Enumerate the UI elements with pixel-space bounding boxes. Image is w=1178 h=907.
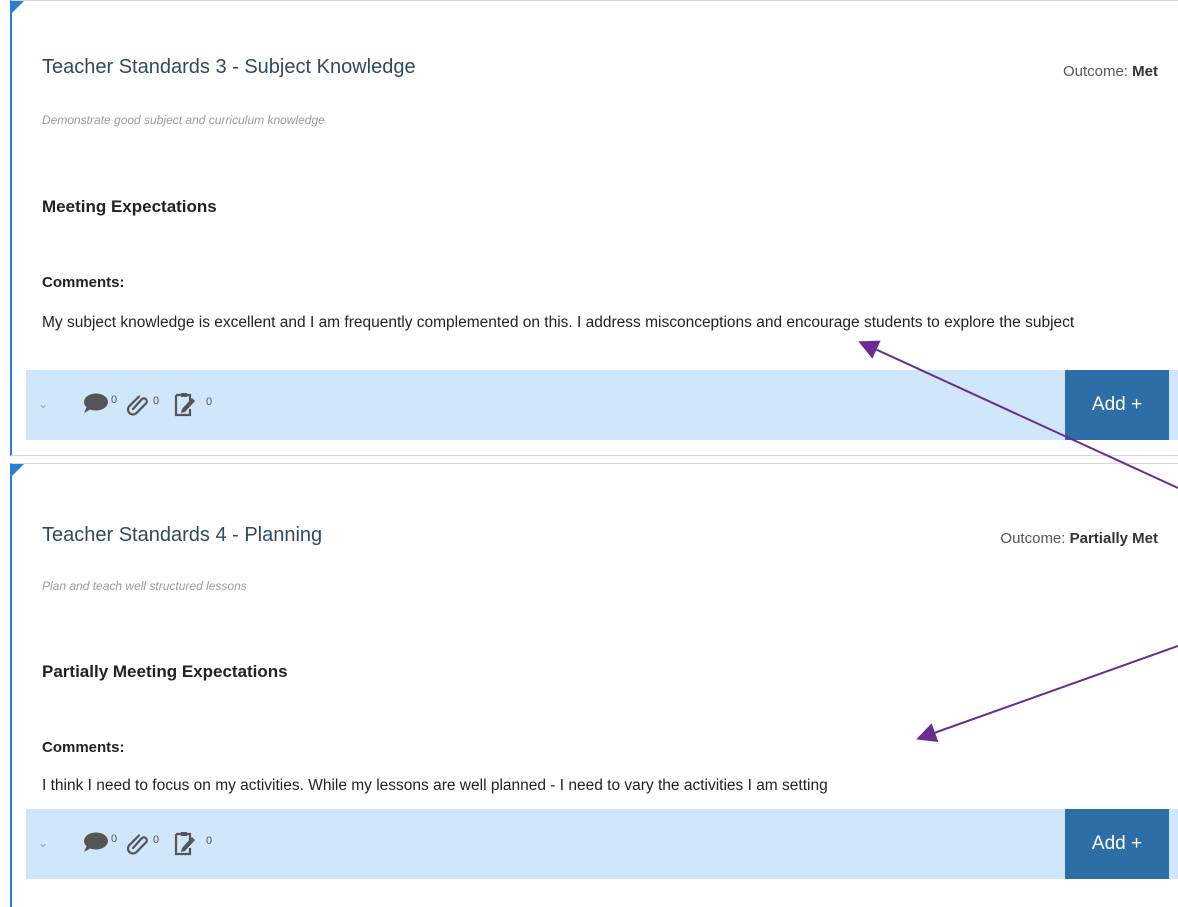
comment-text: I think I need to focus on my activities… [42,777,828,794]
comment-count-value: 0 [111,394,118,406]
comments-label: Comments: [42,739,125,756]
chevron-down-icon[interactable]: ⌄ [38,397,48,411]
evidence-count-value: 0 [206,396,213,408]
speech-bubble-icon [84,832,108,852]
evidence-count-value: 0 [206,835,213,847]
comment-count[interactable]: 0 [82,831,117,853]
standard-description: Demonstrate good subject and curriculum … [42,113,325,127]
outcome-value: Partially Met [1069,530,1158,547]
expectation-level: Partially Meeting Expectations [42,662,288,681]
outcome: Outcome: Met [1063,63,1158,80]
comment-count-value: 0 [111,833,118,845]
attachment-count-value: 0 [153,395,160,407]
standard-card-3: Teacher Standards 3 - Subject Knowledge … [10,0,1178,456]
comments-label: Comments: [42,274,125,291]
speech-bubble-icon [84,393,108,413]
attachment-count-value: 0 [153,834,160,846]
add-button[interactable]: Add + [1065,370,1169,440]
standard-title: Teacher Standards 4 - Planning [42,524,323,546]
comment-text: My subject knowledge is excellent and I … [42,314,1075,331]
outcome-value: Met [1132,63,1158,80]
comment-count[interactable]: 0 [82,392,117,414]
outcome: Outcome: Partially Met [1000,530,1158,547]
edit-document-icon [174,832,195,856]
attachment-count[interactable]: 0 [126,392,159,416]
outcome-label: Outcome: [1062,63,1128,80]
standard-description: Plan and teach well structured lessons [42,579,247,593]
action-bar: ⌄ 0 0 0 Add + [26,370,1178,440]
paperclip-icon [126,834,148,855]
evidence-count[interactable]: 0 [172,392,212,418]
evidence-count[interactable]: 0 [172,831,212,857]
attachment-count[interactable]: 0 [126,831,159,855]
edit-document-icon [174,393,195,417]
outcome-label: Outcome: [1000,530,1066,547]
card-corner-marker [12,1,24,13]
standard-title: Teacher Standards 3 - Subject Knowledge [42,56,416,78]
card-corner-marker [12,464,24,476]
chevron-down-icon[interactable]: ⌄ [38,836,48,850]
add-button[interactable]: Add + [1065,809,1169,879]
standard-card-4: Teacher Standards 4 - Planning Outcome: … [10,463,1178,907]
paperclip-icon [126,395,148,416]
expectation-level: Meeting Expectations [42,197,217,216]
action-bar: ⌄ 0 0 0 Add + [26,809,1178,879]
